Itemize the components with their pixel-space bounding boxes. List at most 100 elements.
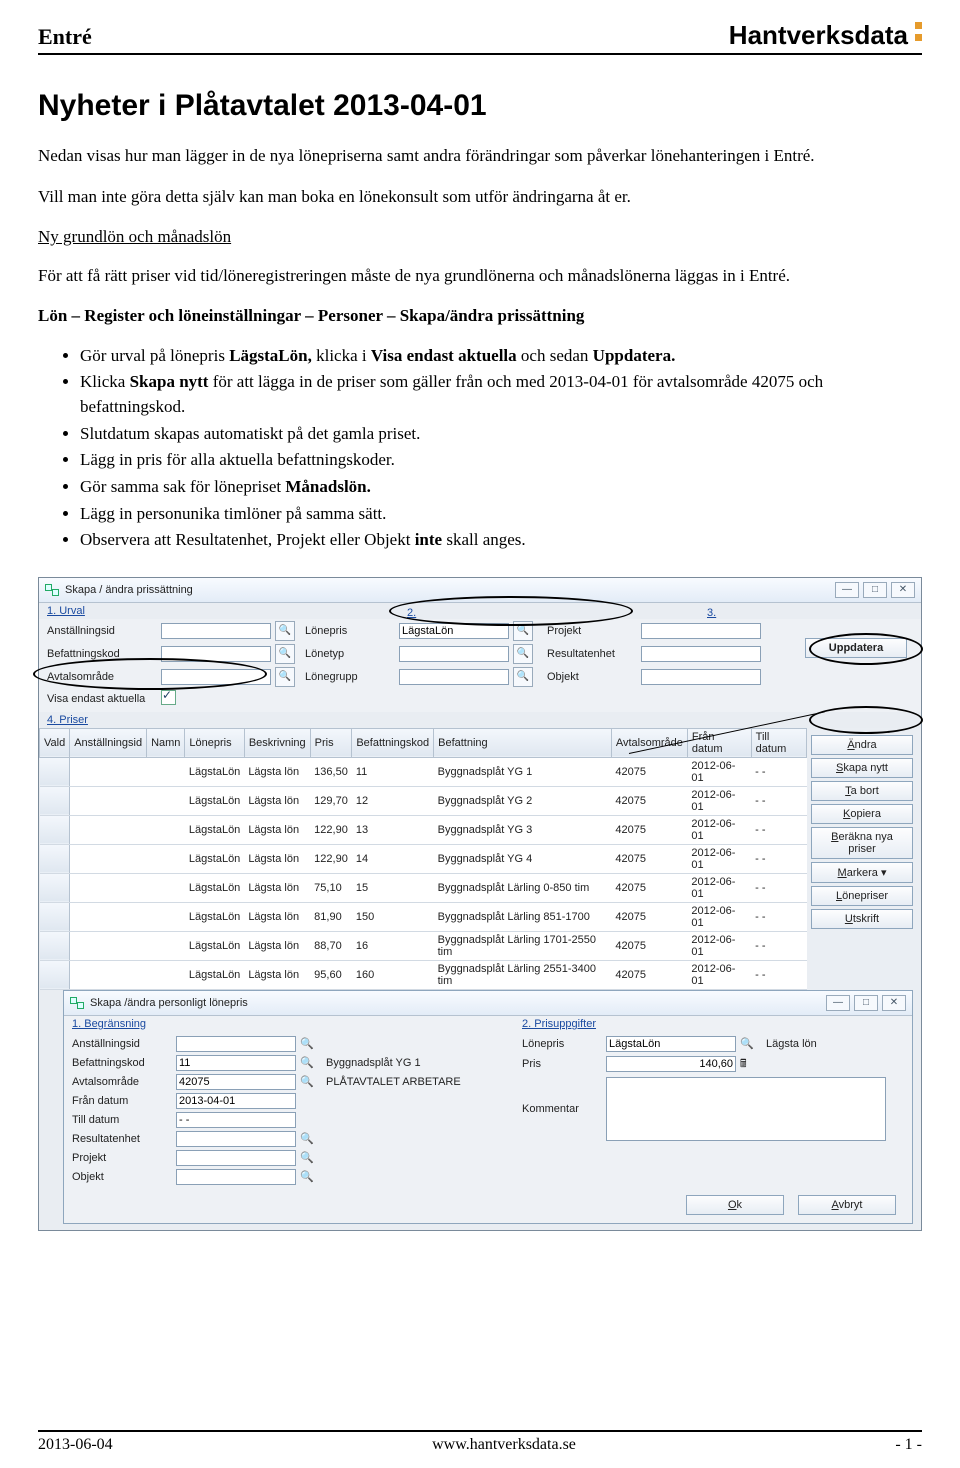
column-header: Namn bbox=[147, 728, 185, 757]
kopiera-button[interactable]: Kopiera bbox=[811, 804, 913, 824]
table-row[interactable]: LägstaLönLägsta lön122,9014Byggnadsplåt … bbox=[40, 844, 807, 873]
section-2-label: 2. bbox=[399, 605, 416, 621]
table-row[interactable]: LägstaLönLägsta lön88,7016Byggnadsplåt L… bbox=[40, 931, 807, 960]
input-res[interactable] bbox=[176, 1131, 296, 1147]
column-header: Anställningsid bbox=[70, 728, 147, 757]
lookup-icon[interactable]: 🔍 bbox=[275, 667, 295, 687]
lonepris-desc: Lägsta lön bbox=[766, 1038, 886, 1050]
window-titlebar-main: Skapa / ändra prissättning — □ ✕ bbox=[39, 578, 921, 603]
lookup-icon[interactable]: 🔍 bbox=[300, 1056, 322, 1069]
app-icon bbox=[45, 584, 59, 596]
footer-date: 2013-06-04 bbox=[38, 1436, 113, 1454]
maximize-icon[interactable]: □ bbox=[863, 582, 887, 598]
lookup-icon[interactable]: 🔍 bbox=[513, 667, 533, 687]
label-lonetyp: Lönetyp bbox=[305, 648, 395, 660]
input-projekt[interactable] bbox=[641, 623, 761, 639]
ändra-button[interactable]: Ändra bbox=[811, 735, 913, 755]
input-pris[interactable] bbox=[606, 1056, 736, 1072]
input-obj[interactable] bbox=[176, 1169, 296, 1185]
input-bef[interactable] bbox=[176, 1055, 296, 1071]
avtal-desc: PLÅTAVTALET ARBETARE bbox=[326, 1076, 506, 1088]
label-kommentar: Kommentar bbox=[522, 1103, 602, 1115]
list-item: Lägg in pris för alla aktuella befattnin… bbox=[80, 448, 922, 473]
calc-icon[interactable]: 🖩 bbox=[740, 1055, 762, 1074]
input-fran[interactable] bbox=[176, 1093, 296, 1109]
label-avtal: Avtalsområde bbox=[72, 1076, 172, 1088]
bef-desc: Byggnadsplåt YG 1 bbox=[326, 1057, 506, 1069]
input-lonetyp[interactable] bbox=[399, 646, 509, 662]
label-resultatenhet: Resultatenhet bbox=[547, 648, 637, 660]
lookup-icon[interactable]: 🔍 bbox=[513, 621, 533, 641]
intro-2: Vill man inte göra detta själv kan man b… bbox=[38, 186, 922, 209]
list-item: Lägg in personunika timlöner på samma sä… bbox=[80, 502, 922, 527]
input-lonepris[interactable] bbox=[399, 623, 509, 639]
column-header: Till datum bbox=[751, 728, 806, 757]
skapa-nytt-button[interactable]: Skapa nytt bbox=[811, 758, 913, 778]
lookup-icon[interactable]: 🔍 bbox=[740, 1037, 762, 1050]
ta-bort-button[interactable]: Ta bort bbox=[811, 781, 913, 801]
label-till: Till datum bbox=[72, 1114, 172, 1126]
table-row[interactable]: LägstaLönLägsta lön122,9013Byggnadsplåt … bbox=[40, 815, 807, 844]
section-begransning: 1. Begränsning bbox=[64, 1016, 514, 1032]
list-item: Slutdatum skapas automatiskt på det gaml… bbox=[80, 422, 922, 447]
input-proj[interactable] bbox=[176, 1150, 296, 1166]
column-header: Vald bbox=[40, 728, 70, 757]
input-objekt[interactable] bbox=[641, 669, 761, 685]
close-icon[interactable]: ✕ bbox=[891, 582, 915, 598]
table-row[interactable]: LägstaLönLägsta lön81,90150Byggnadsplåt … bbox=[40, 902, 807, 931]
column-header: Befattning bbox=[434, 728, 612, 757]
subwindow: Skapa /ändra personligt lönepris — □ ✕ 1… bbox=[63, 990, 913, 1224]
table-row[interactable]: LägstaLönLägsta lön95,60160Byggnadsplåt … bbox=[40, 960, 807, 989]
input-lonepris2[interactable] bbox=[606, 1036, 736, 1052]
lookup-icon[interactable]: 🔍 bbox=[513, 644, 533, 664]
window-title-main: Skapa / ändra prissättning bbox=[65, 584, 193, 596]
table-row[interactable]: LägstaLönLägsta lön75,1015Byggnadsplåt L… bbox=[40, 873, 807, 902]
lookup-icon[interactable]: 🔍 bbox=[275, 644, 295, 664]
checkbox-visa-aktuella[interactable] bbox=[161, 690, 176, 705]
input-anst[interactable] bbox=[176, 1036, 296, 1052]
input-befattningskod[interactable] bbox=[161, 646, 271, 662]
lookup-icon[interactable]: 🔍 bbox=[275, 621, 295, 641]
lookup-icon[interactable]: 🔍 bbox=[300, 1170, 322, 1183]
lönepriser-button[interactable]: Lönepriser bbox=[811, 886, 913, 906]
lookup-icon[interactable]: 🔍 bbox=[300, 1151, 322, 1164]
table-row[interactable]: LägstaLönLägsta lön129,7012Byggnadsplåt … bbox=[40, 786, 807, 815]
input-lonegrupp[interactable] bbox=[399, 669, 509, 685]
section-prisuppgifter: 2. Prisuppgifter bbox=[514, 1016, 912, 1032]
side-buttons: Ändra Skapa nytt Ta bort Kopiera Beräkna nya… bbox=[807, 728, 921, 990]
label-projekt: Projekt bbox=[547, 625, 637, 637]
app-screenshot: Skapa / ändra prissättning — □ ✕ 1. Urva… bbox=[38, 577, 922, 1231]
brand-right: Hantverksdata bbox=[729, 20, 922, 51]
label-res: Resultatenhet bbox=[72, 1133, 172, 1145]
minimize-icon[interactable]: — bbox=[826, 995, 850, 1011]
footer-url: www.hantverksdata.se bbox=[432, 1436, 576, 1454]
label-fran: Från datum bbox=[72, 1095, 172, 1107]
beräkna-nya-priser-button[interactable]: Beräkna nya priser bbox=[811, 827, 913, 859]
section-3-label: 3. bbox=[699, 605, 716, 621]
label-befattningskod: Befattningskod bbox=[47, 648, 157, 660]
lookup-icon[interactable]: 🔍 bbox=[300, 1037, 322, 1050]
lookup-icon[interactable]: 🔍 bbox=[300, 1075, 322, 1088]
section-heading: Ny grundlön och månadslön bbox=[38, 227, 922, 247]
label-avtalsomrade: Avtalsområde bbox=[47, 671, 157, 683]
table-row[interactable]: LägstaLönLägsta lön136,5011Byggnadsplåt … bbox=[40, 757, 807, 786]
input-till[interactable] bbox=[176, 1112, 296, 1128]
maximize-icon[interactable]: □ bbox=[854, 995, 878, 1011]
list-item: Gör urval på lönepris LägstaLön, klicka … bbox=[80, 344, 922, 369]
lookup-icon[interactable]: 🔍 bbox=[300, 1132, 322, 1145]
input-resultatenhet[interactable] bbox=[641, 646, 761, 662]
utskrift-button[interactable]: Utskrift bbox=[811, 909, 913, 929]
markera-button[interactable]: Markera ▾ bbox=[811, 862, 913, 883]
input-kommentar[interactable] bbox=[606, 1077, 886, 1141]
close-icon[interactable]: ✕ bbox=[882, 995, 906, 1011]
brand-left: Entré bbox=[38, 24, 92, 50]
ok-button[interactable]: OOkk bbox=[686, 1195, 784, 1215]
avbryt-button[interactable]: Avbryt bbox=[798, 1195, 896, 1215]
input-avtalsomrade[interactable] bbox=[161, 669, 271, 685]
price-table: ValdAnställningsidNamnLöneprisBeskrivnin… bbox=[39, 728, 807, 990]
input-avtal[interactable] bbox=[176, 1074, 296, 1090]
minimize-icon[interactable]: — bbox=[835, 582, 859, 598]
input-anstallningsid[interactable] bbox=[161, 623, 271, 639]
label-objekt: Objekt bbox=[547, 671, 637, 683]
uppdatera-button[interactable]: Uppdatera bbox=[805, 638, 907, 658]
